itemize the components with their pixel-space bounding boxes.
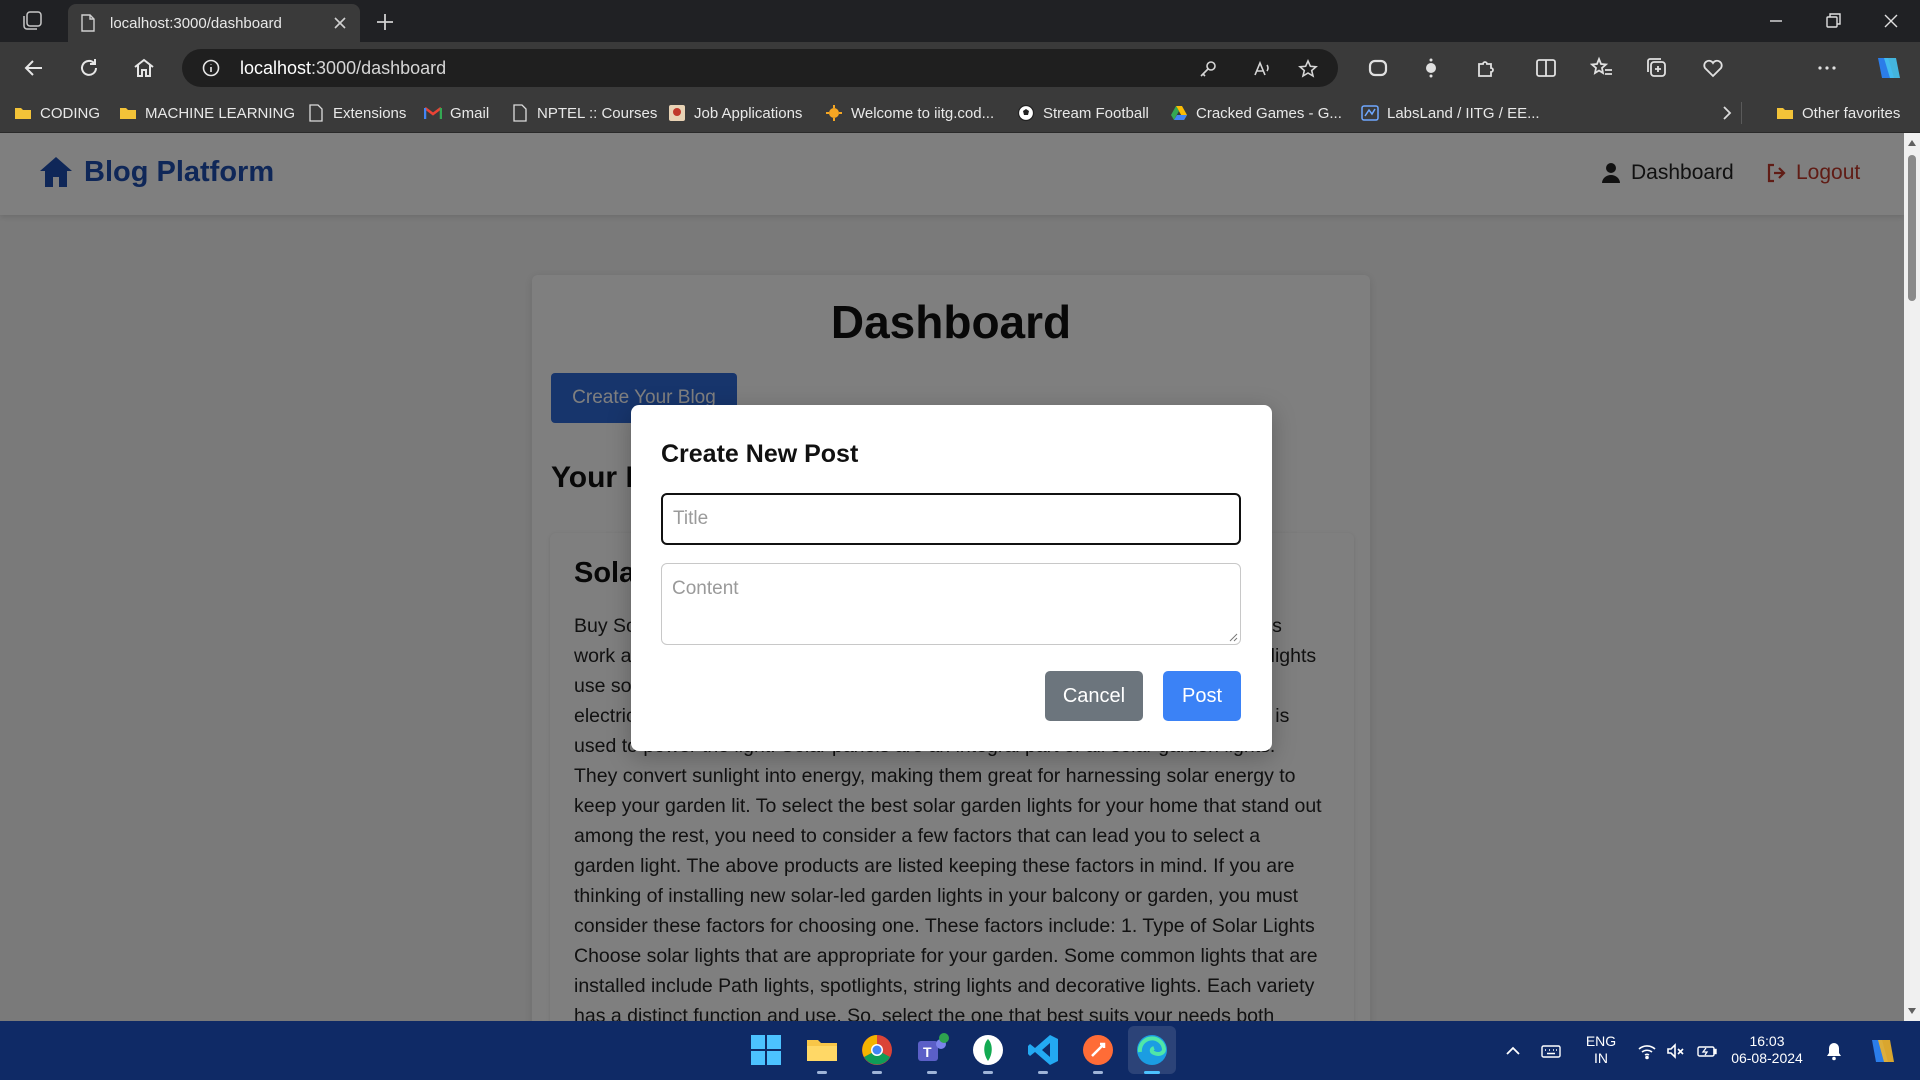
- restore-icon[interactable]: [1821, 10, 1845, 32]
- favorites-icon[interactable]: [1590, 56, 1614, 80]
- vscode-icon[interactable]: [1025, 1032, 1061, 1068]
- chevron-up-icon[interactable]: [1503, 1041, 1523, 1061]
- language-indicator[interactable]: ENG IN: [1578, 1033, 1624, 1067]
- page-scrollbar[interactable]: [1904, 133, 1920, 1021]
- bookmark-machine-learning[interactable]: MACHINE LEARNING: [119, 102, 295, 124]
- folder-icon: [120, 108, 136, 119]
- bookmark-labsland[interactable]: LabsLand / IITG / EE...: [1361, 102, 1540, 124]
- file-explorer-icon[interactable]: [804, 1032, 840, 1068]
- more-options-icon[interactable]: [1815, 56, 1839, 80]
- edge-icon[interactable]: [1134, 1032, 1170, 1068]
- bookmark-job-applications[interactable]: Job Applications: [668, 102, 802, 124]
- browser-tab-strip: localhost:3000/dashboard: [0, 0, 1920, 42]
- url-text: localhost:3000/dashboard: [240, 58, 447, 78]
- bookmark-cracked-games[interactable]: Cracked Games - G...: [1170, 102, 1342, 124]
- copilot-icon[interactable]: [1872, 54, 1902, 82]
- bookmarks-divider: [1741, 102, 1742, 124]
- bookmark-iitg-coding[interactable]: Welcome to iitg.cod...: [825, 102, 994, 124]
- back-icon[interactable]: [22, 56, 46, 80]
- post-button[interactable]: Post: [1163, 671, 1241, 721]
- page-viewport: Blog Platform Dashboard Logout Dashboard…: [0, 133, 1904, 1021]
- browser-essentials-icon[interactable]: [1701, 56, 1725, 80]
- copilot-taskbar-icon[interactable]: [1866, 1036, 1896, 1066]
- split-screen-icon[interactable]: [1534, 56, 1558, 80]
- extension-2-icon[interactable]: [1419, 56, 1443, 80]
- svg-text:T: T: [923, 1044, 932, 1060]
- extension-icon[interactable]: [1366, 56, 1390, 80]
- close-window-icon[interactable]: [1879, 10, 1903, 32]
- browser-tab-active[interactable]: localhost:3000/dashboard: [68, 4, 360, 42]
- football-icon: [1017, 104, 1035, 122]
- wifi-icon[interactable]: [1637, 1041, 1657, 1061]
- home-icon[interactable]: [132, 56, 156, 80]
- gmail-icon: [424, 107, 442, 119]
- content-textarea[interactable]: [661, 563, 1241, 645]
- chevron-right-icon[interactable]: [1718, 105, 1734, 121]
- teams-icon[interactable]: T: [914, 1032, 950, 1068]
- bookmark-gmail[interactable]: Gmail: [424, 102, 489, 124]
- favorite-star-icon[interactable]: [1298, 59, 1318, 79]
- bookmark-extensions[interactable]: Extensions: [307, 102, 406, 124]
- address-bar[interactable]: localhost:3000/dashboard: [182, 49, 1338, 87]
- taskbar-indicator: [1093, 1071, 1103, 1074]
- site-info-icon[interactable]: [202, 59, 220, 77]
- page-icon: [81, 14, 95, 32]
- start-icon[interactable]: [748, 1032, 784, 1068]
- keyboard-icon[interactable]: [1541, 1041, 1561, 1061]
- new-tab-icon[interactable]: [374, 11, 396, 33]
- labsland-icon: [1361, 105, 1379, 121]
- refresh-icon[interactable]: [77, 56, 101, 80]
- bookmark-other-favorites[interactable]: Other favorites: [1776, 102, 1900, 124]
- scroll-up-icon[interactable]: [1907, 138, 1917, 148]
- scrollbar-thumb[interactable]: [1908, 155, 1916, 301]
- taskbar-indicator: [872, 1071, 882, 1074]
- taskbar-indicator-active: [1144, 1071, 1160, 1074]
- collections-icon[interactable]: [1645, 56, 1669, 80]
- read-aloud-icon[interactable]: [1252, 59, 1272, 79]
- scroll-down-icon[interactable]: [1907, 1006, 1917, 1016]
- taskbar-indicator: [927, 1071, 937, 1074]
- bookmark-stream-football[interactable]: Stream Football: [1017, 102, 1149, 124]
- bookmark-coding[interactable]: CODING: [14, 102, 100, 124]
- taskbar-indicator: [1038, 1071, 1048, 1074]
- iitg-icon: [826, 105, 842, 121]
- workspaces-icon[interactable]: [20, 10, 44, 32]
- postman-icon[interactable]: [1080, 1032, 1116, 1068]
- clock[interactable]: 16:03 06-08-2024: [1730, 1033, 1804, 1067]
- mongodb-compass-icon[interactable]: [970, 1032, 1006, 1068]
- taskbar-indicator: [817, 1071, 827, 1074]
- close-tab-icon[interactable]: [332, 15, 348, 31]
- page-icon: [513, 104, 527, 122]
- address-bar-row: localhost:3000/dashboard: [0, 42, 1920, 125]
- chrome-icon[interactable]: [859, 1032, 895, 1068]
- taskbar-indicator: [983, 1071, 993, 1074]
- modal-heading: Create New Post: [661, 440, 859, 468]
- title-input[interactable]: [661, 493, 1241, 545]
- tab-title: localhost:3000/dashboard: [110, 15, 282, 32]
- volume-muted-icon[interactable]: [1666, 1041, 1686, 1061]
- bookmarks-bar: CODING MACHINE LEARNING Extensions Gmail…: [0, 94, 1920, 133]
- battery-icon[interactable]: [1697, 1041, 1717, 1061]
- windows-taskbar: T ENG IN 16:03 06-08-2024: [0, 1021, 1920, 1080]
- resize-handle-icon[interactable]: [1228, 632, 1238, 642]
- notification-bell-icon[interactable]: [1824, 1041, 1844, 1061]
- cancel-button[interactable]: Cancel: [1045, 671, 1143, 721]
- bookmark-nptel[interactable]: NPTEL :: Courses: [511, 102, 657, 124]
- folder-icon: [15, 108, 31, 119]
- key-icon[interactable]: [1198, 59, 1218, 79]
- extensions-puzzle-icon[interactable]: [1474, 56, 1498, 80]
- drive-icon: [1171, 106, 1187, 120]
- minimize-icon[interactable]: [1764, 10, 1788, 32]
- job-icon: [669, 105, 685, 121]
- folder-icon: [1777, 108, 1793, 119]
- create-post-modal: Create New Post Cancel Post: [631, 405, 1272, 751]
- page-icon: [309, 104, 323, 122]
